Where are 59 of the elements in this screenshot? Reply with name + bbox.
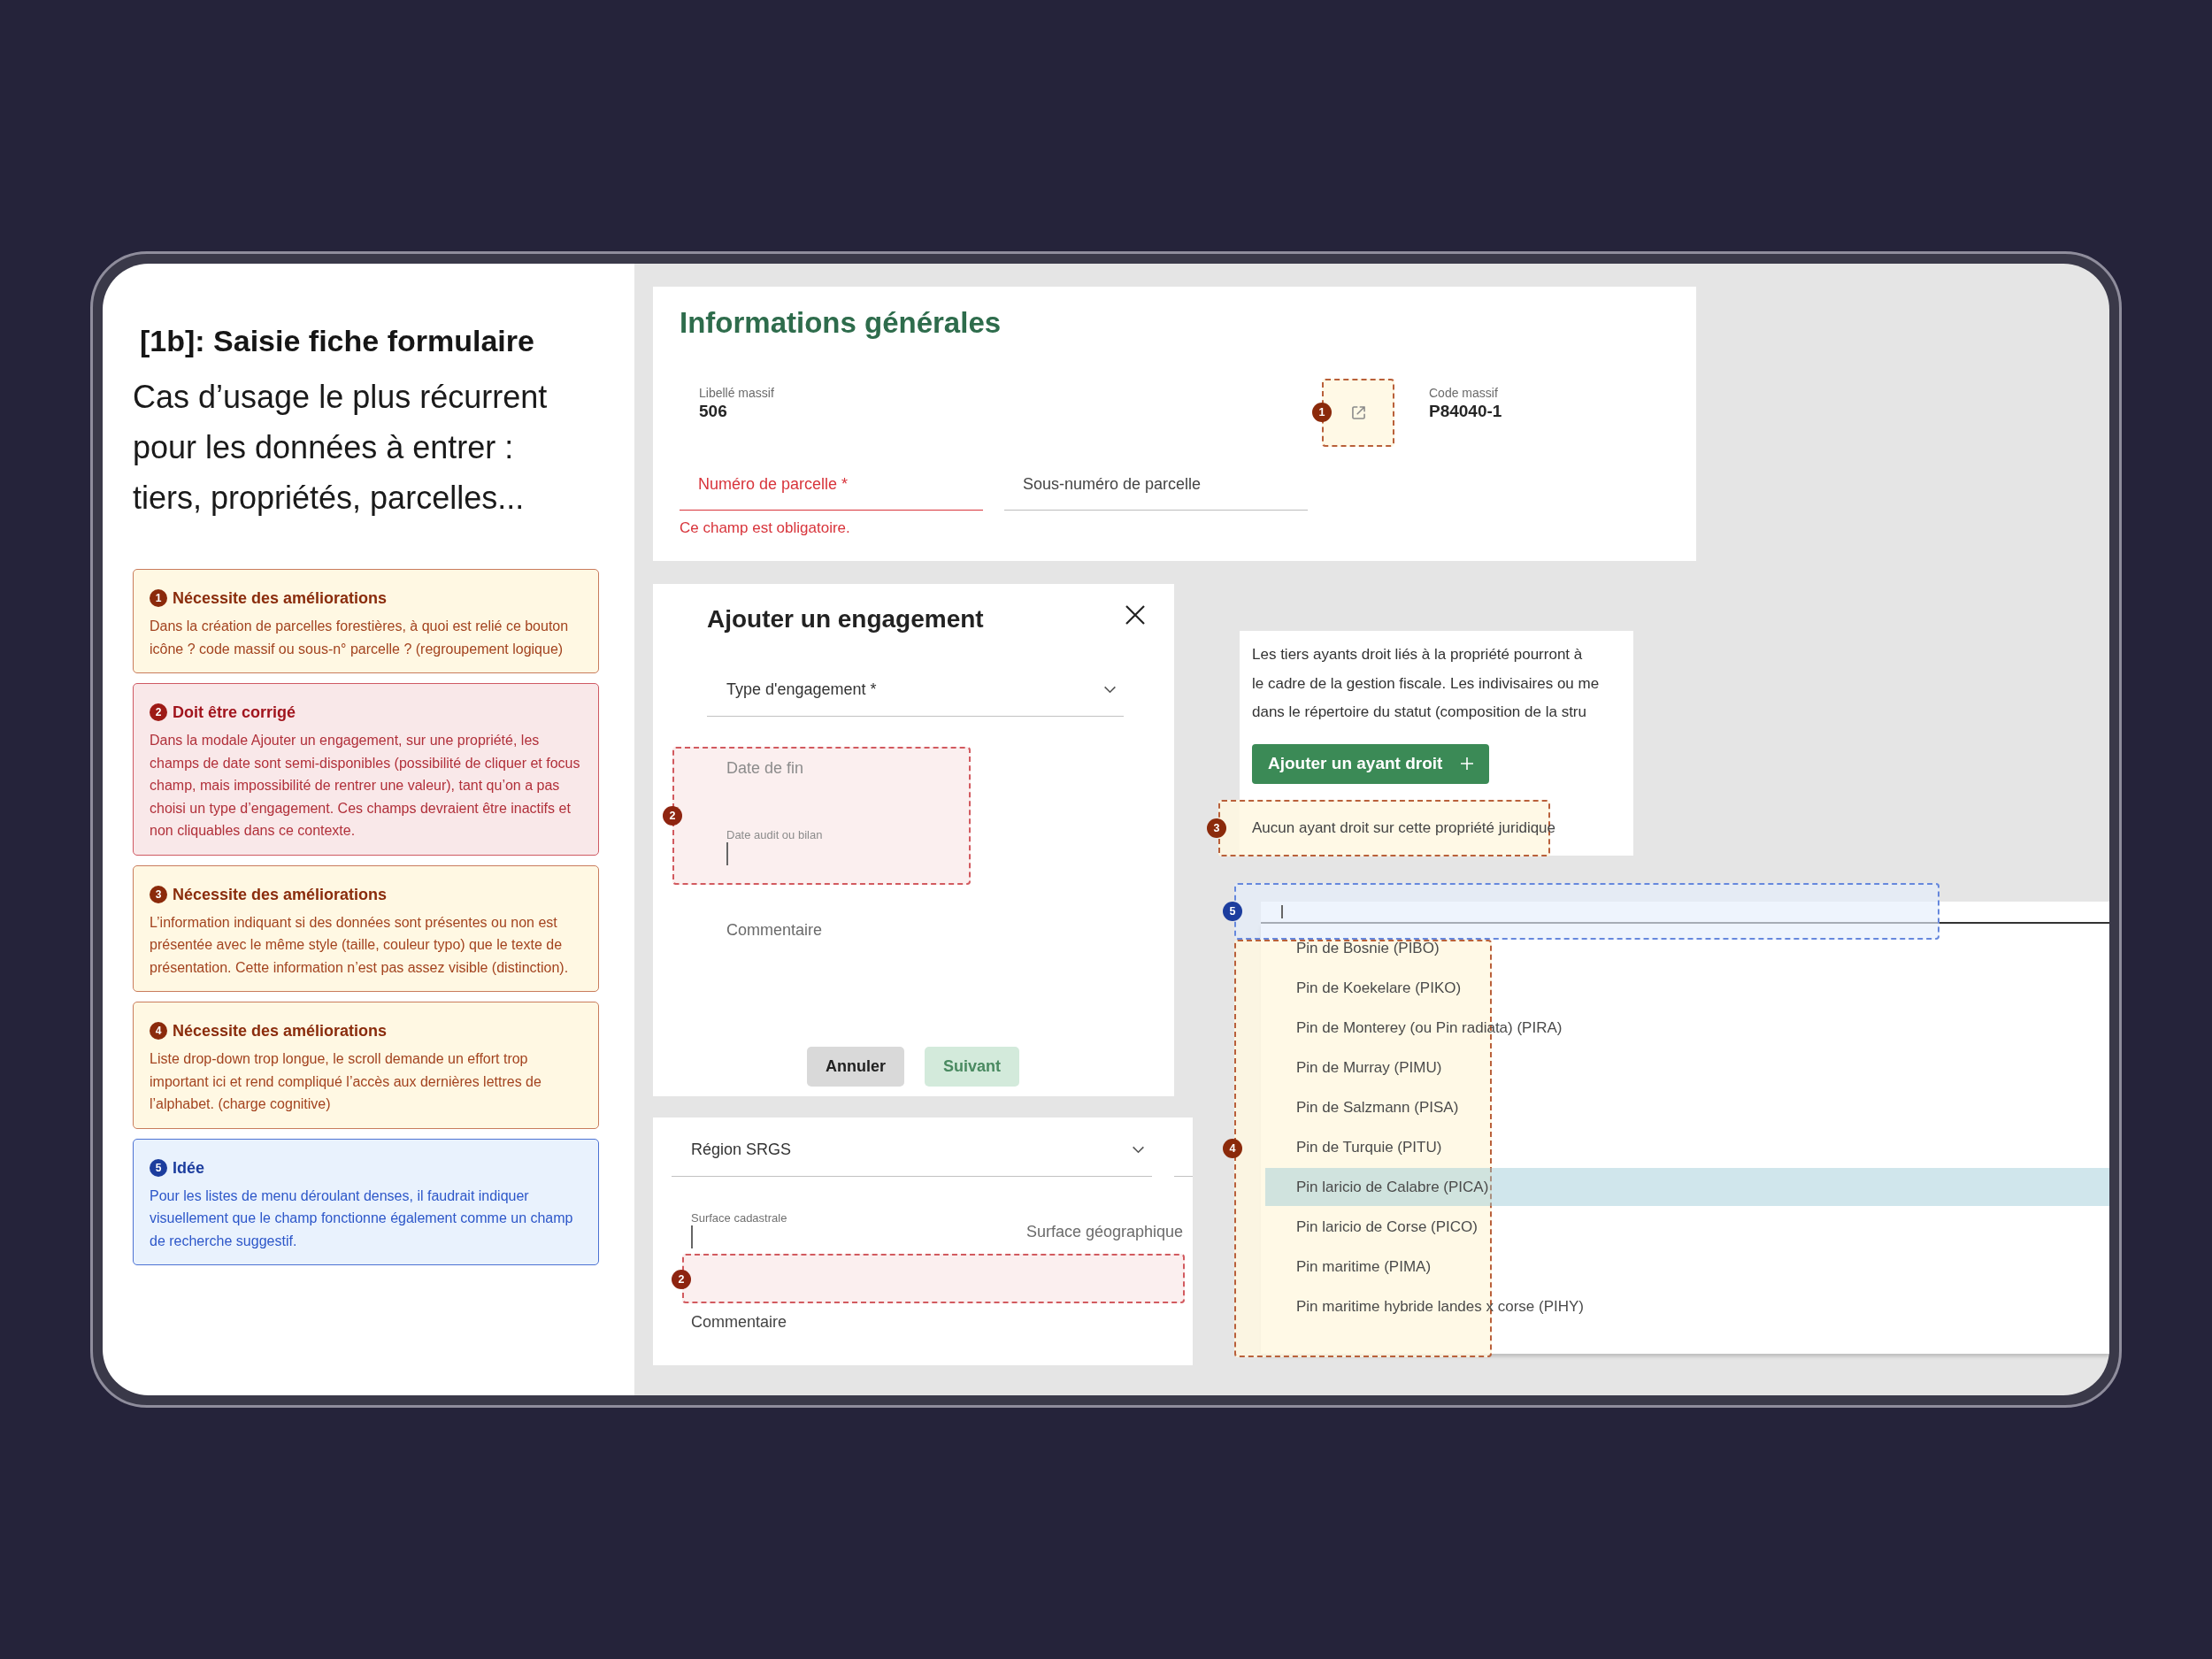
field-value: 506 xyxy=(699,401,727,422)
select-field[interactable]: Région SRGS xyxy=(672,1131,1152,1177)
number-badge: 3 xyxy=(1207,818,1226,838)
number-badge: 1 xyxy=(150,589,167,607)
dropdown-option[interactable]: Pin laricio de Corse (PICO) xyxy=(1265,1208,2109,1246)
error-message: Ce champ est obligatoire. xyxy=(680,518,851,538)
dropdown-option[interactable]: Pin de Murray (PIMU) xyxy=(1265,1048,2109,1087)
close-icon[interactable] xyxy=(1125,604,1146,626)
slide-title: [1b]: Saisie fiche formulaire xyxy=(139,323,535,359)
issue-title: Nécessite des améliorations xyxy=(173,588,388,609)
dropdown-option[interactable]: Pin maritime hybride landes x corse (PIHY) xyxy=(1265,1287,2109,1325)
plus-icon xyxy=(1460,757,1475,771)
dropdown-option[interactable]: Pin de Koekelare (PIKO) xyxy=(1265,969,2109,1007)
description-line: le cadre de la gestion fiscale. Les indivisaires ou me xyxy=(1252,673,1601,694)
dropdown-option[interactable]: Pin de Bosnie (PIBO) xyxy=(1265,929,2109,967)
cancel-button[interactable]: Annuler xyxy=(807,1047,904,1087)
number-badge: 2 xyxy=(150,703,167,721)
text-cursor xyxy=(726,842,728,865)
number-badge: 3 xyxy=(150,885,167,903)
field-value: P84040-1 xyxy=(1429,401,1502,422)
issue-text: L’information indiquant si des données sont présentes ou non est présentée avec le même style (taille, couleur typo) que le texte de présentation. Cette information n’est pas assez visible (distinction). xyxy=(150,913,570,977)
text-field[interactable]: Commentaire xyxy=(707,911,1124,954)
text-field[interactable]: Surface géographique xyxy=(1007,1213,1193,1256)
field-label: Code massif xyxy=(1429,385,1498,401)
issue-title: Doit être corrigé xyxy=(173,703,296,723)
text-field[interactable]: Commentaire xyxy=(672,1303,1152,1346)
dropdown-option[interactable]: Pin de Monterey (ou Pin radiata) (PIRA) xyxy=(1265,1009,2109,1047)
number-badge: 5 xyxy=(150,1158,167,1177)
dropdown-option[interactable]: Pin laricio de Calabre (PICA) xyxy=(1265,1168,2109,1206)
text-field[interactable]: Numéro de parcelle * xyxy=(680,466,983,511)
chevron-down-icon xyxy=(1103,686,1117,694)
issue-text: Dans la modale Ajouter un engagement, sur une propriété, les champs de date sont semi-disponibles (possibilité de cliquer et focus champ, mais impossibilité de rentrer une valeur), tant qu’on a pas choisi un type d’engagement. Ces champs devraient être inactifs et non cliquables dans ce contexte. xyxy=(150,732,581,840)
text-field[interactable]: Surface cadastrale xyxy=(672,1208,1007,1250)
issue-text: Liste drop-down trop longue, le scroll demande un effort trop important ici et rend compliqué l’accès aux dernières lettres de l’alphabet. (charge cognitive) xyxy=(150,1050,542,1113)
number-badge: 4 xyxy=(1223,1139,1242,1158)
dropdown-option[interactable]: Pin maritime (PIMA) xyxy=(1265,1248,2109,1286)
issue-text: Pour les listes de menu déroulant denses, il faudrait indiquer visuellement que le champ fonctionne également comme un champ de recherche suggestif. xyxy=(150,1187,574,1250)
dropdown-option[interactable]: Pin de Turquie (PITU) xyxy=(1265,1128,2109,1166)
section-title: Informations générales xyxy=(680,305,1002,341)
select-field[interactable]: Type d'engagement * xyxy=(707,671,1124,717)
chevron-down-icon xyxy=(1132,1146,1145,1154)
field-label: Libellé massif xyxy=(699,385,774,401)
issue-title: Idée xyxy=(173,1157,205,1179)
search-field[interactable] xyxy=(1261,902,2109,924)
description-line: dans le répertoire du statut (composition de la stru xyxy=(1252,703,1587,722)
issue-title: Nécessite des améliorations xyxy=(173,1021,388,1041)
text-field[interactable]: Sous-numéro de parcelle xyxy=(1004,466,1308,511)
issue-title: Nécessite des améliorations xyxy=(173,884,388,905)
description-line: Les tiers ayants droit liés à la propriété pourront à xyxy=(1252,645,1584,664)
number-badge: 5 xyxy=(1223,902,1242,921)
number-badge: 4 xyxy=(150,1022,167,1040)
text-cursor xyxy=(691,1225,693,1248)
slide-subtitle: Cas d’usage le plus récurrent pour les données à entrer : tiers, propriétés, parcelles... xyxy=(133,378,549,518)
dropdown-option[interactable]: Pin de Salzmann (PISA) xyxy=(1265,1088,2109,1126)
text-cursor xyxy=(1281,905,1283,918)
modal-title: Ajouter un engagement xyxy=(707,604,984,634)
add-owner-button[interactable]: Ajouter un ayant droit xyxy=(1252,743,1490,784)
empty-state-text: Aucun ayant droit sur cette propriété juridique xyxy=(1252,818,1557,838)
issue-text: Dans la création de parcelles forestières, à quoi est relié ce bouton icône ? code massif ou sous-n° parcelle ? (regroupement logique) xyxy=(150,618,570,658)
